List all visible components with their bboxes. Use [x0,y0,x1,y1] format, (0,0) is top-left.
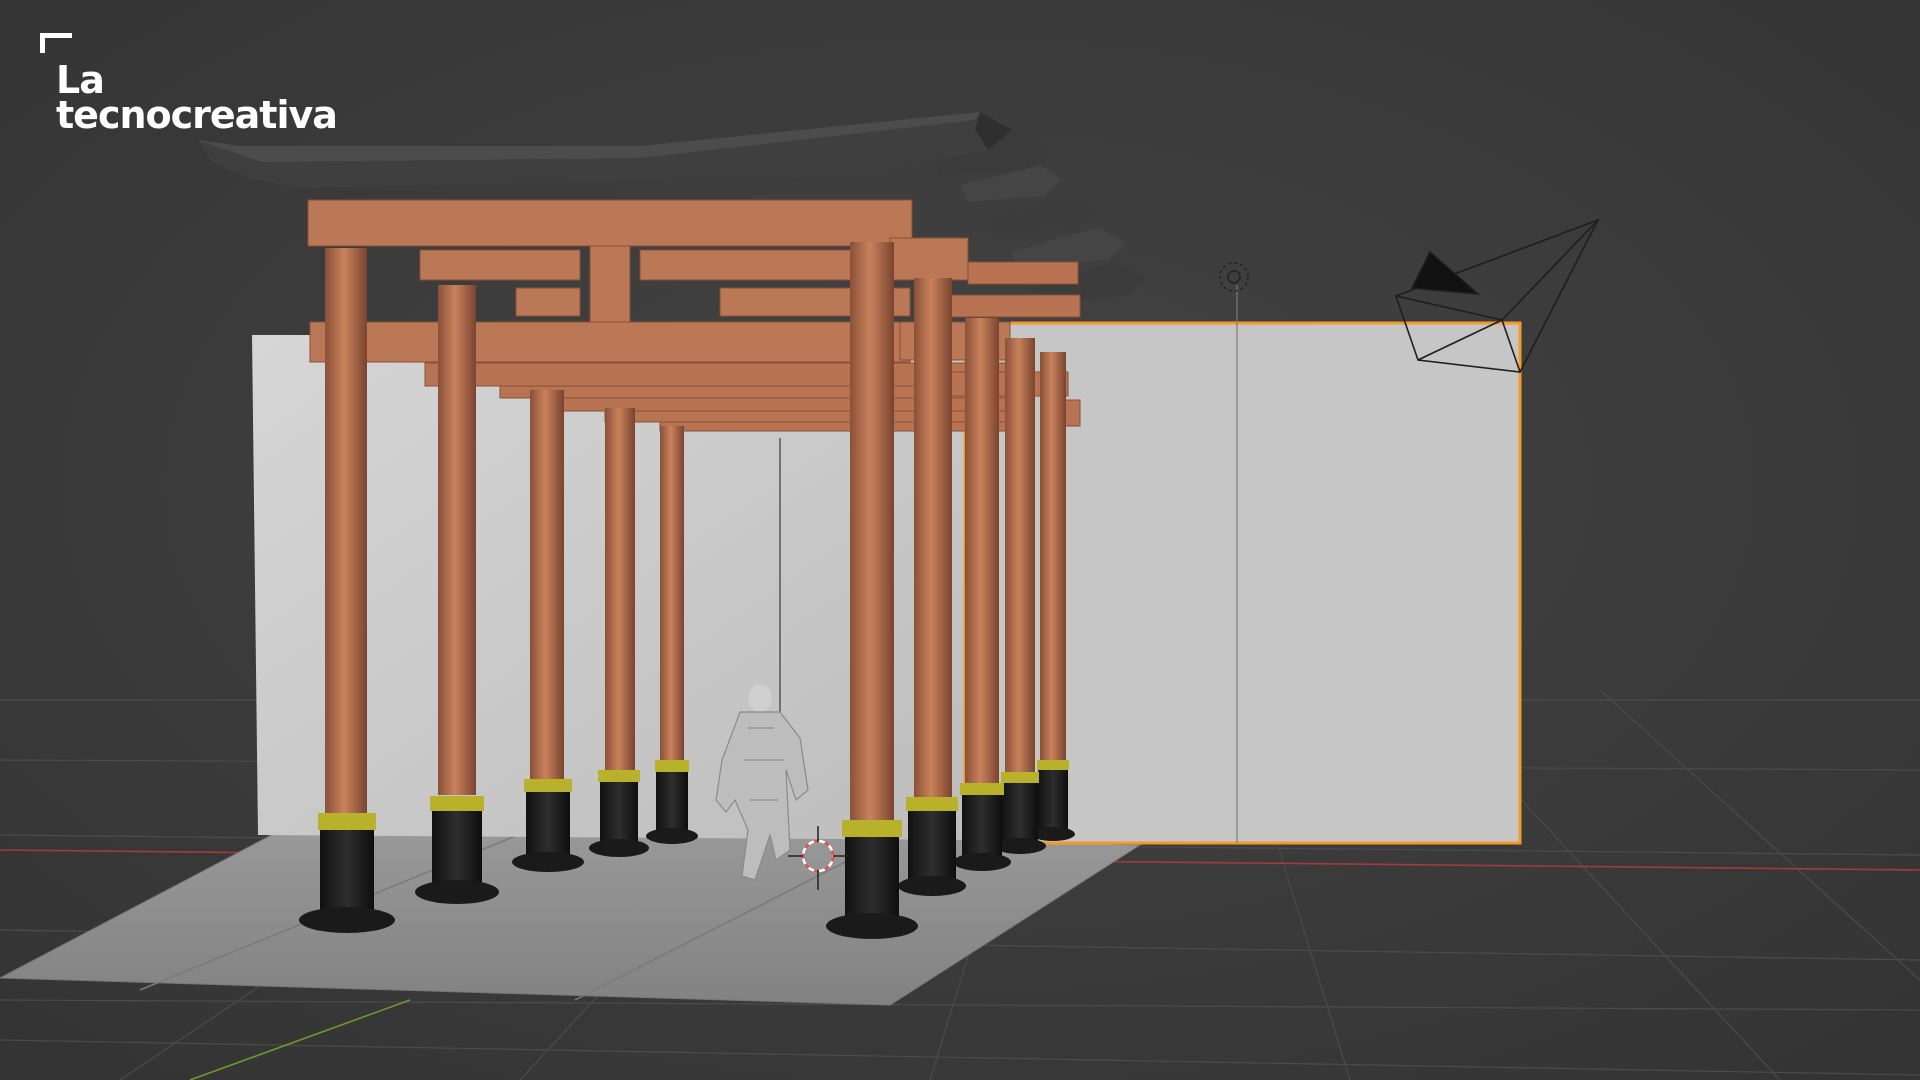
brand-logo: La tecnocreativa [40,33,370,143]
logo-corner-mark [40,33,72,53]
3d-viewport[interactable]: La tecnocreativa [0,0,1920,1080]
logo-line-2: tecnocreativa [56,93,338,137]
logo-text: La tecnocreativa [56,61,338,137]
